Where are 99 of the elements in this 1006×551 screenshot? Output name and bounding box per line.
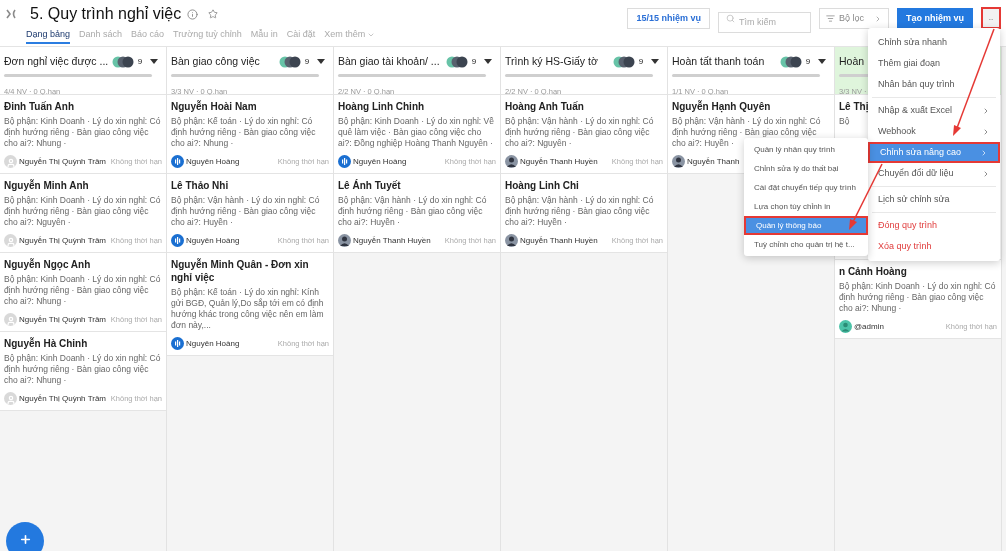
menu-item[interactable]: Nhập & xuất Excel bbox=[868, 100, 1000, 121]
search-field[interactable]: Tìm kiếm bbox=[718, 11, 811, 33]
task-count-button[interactable]: 15/15 nhiệm vụ bbox=[627, 8, 710, 29]
chevron-right-icon bbox=[982, 127, 990, 136]
stage-title: Trình ký HS-Giấy tờ bbox=[505, 54, 598, 70]
avatar-icon bbox=[672, 155, 685, 168]
card-description: Bộ phận: Vận hành · Lý do xin nghỉ: Có định hướng riêng · Bàn giao công việc cho ai?: Huyền · bbox=[505, 195, 655, 228]
card-description: Bộ phận: Kế toán · Lý do xin nghỉ: Có định hướng riêng · Bàn giao công việc cho ai?: Nhung · bbox=[171, 116, 317, 149]
chevron-right-icon bbox=[982, 169, 990, 178]
assignee-name: Nguyễn Thị Quỳnh Trâm bbox=[19, 392, 106, 405]
member-avatars-icon bbox=[279, 56, 301, 68]
member-avatars-icon bbox=[446, 56, 468, 68]
member-avatars-icon bbox=[112, 56, 134, 68]
assignee-name: @admin bbox=[854, 320, 884, 333]
avatar-icon bbox=[338, 155, 351, 168]
assignee-name: Nguyễn Thị Quỳnh Trâm bbox=[19, 234, 106, 247]
assignee-name: Nguyên Hoàng bbox=[353, 155, 407, 168]
card-description: Bộ phận: Vận hành · Lý do xin nghỉ: Có định hướng riêng · Bàn giao công việc cho ai?: Huyền · bbox=[338, 195, 488, 228]
card-description: Bộ phận: Kinh Doanh · Lý do xin nghỉ: Có định hướng riêng · Bàn giao công việc cho ai?: Nhung · bbox=[839, 281, 997, 314]
card-title: Nguyễn Ngọc Anh bbox=[4, 258, 91, 271]
avatar-icon bbox=[4, 155, 17, 168]
caret-icon[interactable] bbox=[150, 59, 158, 65]
assignee-name: Nguyễn Thanh Huyền bbox=[520, 234, 598, 247]
assignee-name: Nguyễn Thị Quỳnh Trâm bbox=[19, 155, 106, 168]
card-title: Nguyễn Hạnh Quyên bbox=[672, 100, 771, 113]
search-icon bbox=[726, 14, 735, 23]
menu-item[interactable]: Chuyển đổi dữ liệu bbox=[868, 163, 1000, 184]
stage-title: Hoàn bbox=[839, 54, 865, 70]
create-task-button[interactable]: Tạo nhiệm vụ bbox=[897, 8, 973, 29]
card-title: Đinh Tuấn Anh bbox=[4, 100, 74, 113]
avatar-icon bbox=[839, 320, 852, 333]
card-title: Lê Thị bbox=[839, 100, 869, 113]
card-title: Lê Thảo Nhi bbox=[171, 179, 229, 192]
menu-item[interactable]: Thêm giai đoạn bbox=[868, 53, 1000, 74]
caret-icon[interactable] bbox=[818, 59, 826, 65]
stage-title: Hoàn tất thanh toán bbox=[672, 54, 765, 70]
card-title: Nguyễn Minh Quân - Đơn xin nghỉ việc bbox=[171, 258, 310, 284]
stage-title: Đơn nghỉ việc được ... bbox=[4, 54, 109, 70]
card-description: Bộ phận: Kinh Doanh · Lý do xin nghỉ: Có định hướng riêng · Bàn giao công việc cho ai?: Nhung · bbox=[4, 274, 162, 307]
menu-item[interactable]: Lựa chọn tùy chỉnh in bbox=[744, 197, 868, 216]
card-title: Nguyễn Minh Anh bbox=[4, 179, 89, 192]
menu-item[interactable]: Lịch sử chỉnh sửa bbox=[868, 189, 1000, 210]
avatar-icon bbox=[338, 234, 351, 247]
menu-item[interactable]: Chỉnh sửa nhanh bbox=[868, 32, 1000, 53]
star-icon[interactable] bbox=[208, 9, 219, 19]
assignee-name: Nguyễn Thanh Huyền bbox=[353, 234, 431, 247]
card-description: Bộ phận: Kinh Doanh · Lý do xin nghỉ: Về quê làm việc · Bàn giao công việc cho ai?: Đồng nghiệp Hoàng Thanh Nguyên · bbox=[338, 116, 495, 149]
card-description: Bộ bbox=[839, 116, 850, 127]
stage-title: Bàn giao công việc bbox=[171, 54, 260, 70]
avatar-icon bbox=[505, 155, 518, 168]
avatar-icon bbox=[4, 313, 17, 326]
sidebar-toggle-icon[interactable] bbox=[6, 8, 18, 20]
chevron-right-icon bbox=[982, 106, 990, 115]
avatar-icon bbox=[171, 155, 184, 168]
assignee-name: Nguyên Hoàng bbox=[186, 234, 240, 247]
menu-item[interactable]: Xóa quy trình bbox=[868, 236, 1000, 257]
menu-item[interactable]: Nhân bản quy trình bbox=[868, 74, 1000, 95]
menu-item[interactable]: Cài đặt chuyển tiếp quy trình bbox=[744, 178, 868, 197]
avatar-icon bbox=[505, 234, 518, 247]
assignee-name: Nguyễn Thị Quỳnh Trâm bbox=[19, 313, 106, 326]
member-avatars-icon bbox=[613, 56, 635, 68]
assignee-name: Nguyễn Thanh Huyền bbox=[520, 155, 598, 168]
menu-item[interactable]: Webhook bbox=[868, 121, 1000, 142]
card-description: Bộ phận: Kinh Doanh · Lý do xin nghỉ: Có định hướng riêng · Bàn giao công việc cho ai?: Nguyên · bbox=[4, 195, 162, 228]
card-description: Bộ phận: Vận hành · Lý do xin nghỉ: Có định hướng riêng · Bàn giao công việc cho ai?: Nguyên · bbox=[505, 116, 655, 149]
card-description: Bộ phận: Kế toán · Lý do xin nghỉ: Kính gửi BGĐ, Quản lý,Do sắp tới em có định hướng khác trong công việc nên em làm đơn này,... bbox=[171, 287, 325, 331]
avatar-icon bbox=[171, 337, 184, 350]
info-icon[interactable] bbox=[187, 8, 199, 20]
card-title: Hoàng Linh Chi bbox=[505, 179, 579, 192]
card-description: Bộ phận: Kinh Doanh · Lý do xin nghỉ: Có định hướng riêng · Bàn giao công việc cho ai?: Nhung · bbox=[4, 116, 162, 149]
caret-icon[interactable] bbox=[317, 59, 325, 65]
card-title: n Cảnh Hoàng bbox=[839, 265, 907, 278]
filter-icon bbox=[826, 14, 835, 23]
avatar-icon bbox=[4, 392, 17, 405]
member-avatars-icon bbox=[780, 56, 802, 68]
assignee-name: Nguyên Hoàng bbox=[186, 337, 240, 350]
card-title: Nguyễn Hoài Nam bbox=[171, 100, 257, 113]
more-button[interactable]: .. bbox=[981, 7, 1001, 29]
card-title: Lê Ánh Tuyết bbox=[338, 179, 401, 192]
card-title: Nguyễn Hà Chinh bbox=[4, 337, 88, 350]
chevron-right-icon bbox=[980, 148, 988, 157]
view-tab[interactable]: Dạng bảng bbox=[26, 29, 71, 44]
avatar-icon bbox=[171, 234, 184, 247]
card-title: Hoàng Anh Tuấn bbox=[505, 100, 584, 113]
card-description: Bộ phận: Vận hành · Lý do xin nghỉ: Có định hướng riêng · Bàn giao công việc cho ai?: Huyền · bbox=[171, 195, 321, 228]
card-description: Bộ phận: Kinh Doanh · Lý do xin nghỉ: Có định hướng riêng · Bàn giao công việc cho ai?: Nhung · bbox=[4, 353, 162, 386]
assignee-name: Nguyễn Thanh bbox=[687, 155, 740, 168]
page-title: 5. Quy trình nghỉ việc bbox=[30, 4, 182, 24]
assignee-name: Nguyên Hoàng bbox=[186, 155, 240, 168]
caret-icon[interactable] bbox=[651, 59, 659, 65]
menu-item[interactable]: Tuỳ chỉnh cho quản trị hệ t... bbox=[744, 235, 868, 254]
menu-item[interactable]: Đóng quy trình bbox=[868, 215, 1000, 236]
stage-title: Bàn giao tài khoản/ ... bbox=[338, 54, 440, 70]
filter-button[interactable]: Bộ lọc bbox=[819, 8, 889, 29]
avatar-icon bbox=[4, 234, 17, 247]
card-title: Hoàng Linh Chinh bbox=[338, 100, 425, 113]
plus-icon bbox=[18, 533, 32, 546]
caret-icon[interactable] bbox=[484, 59, 492, 65]
chevron-right-icon bbox=[874, 14, 882, 23]
